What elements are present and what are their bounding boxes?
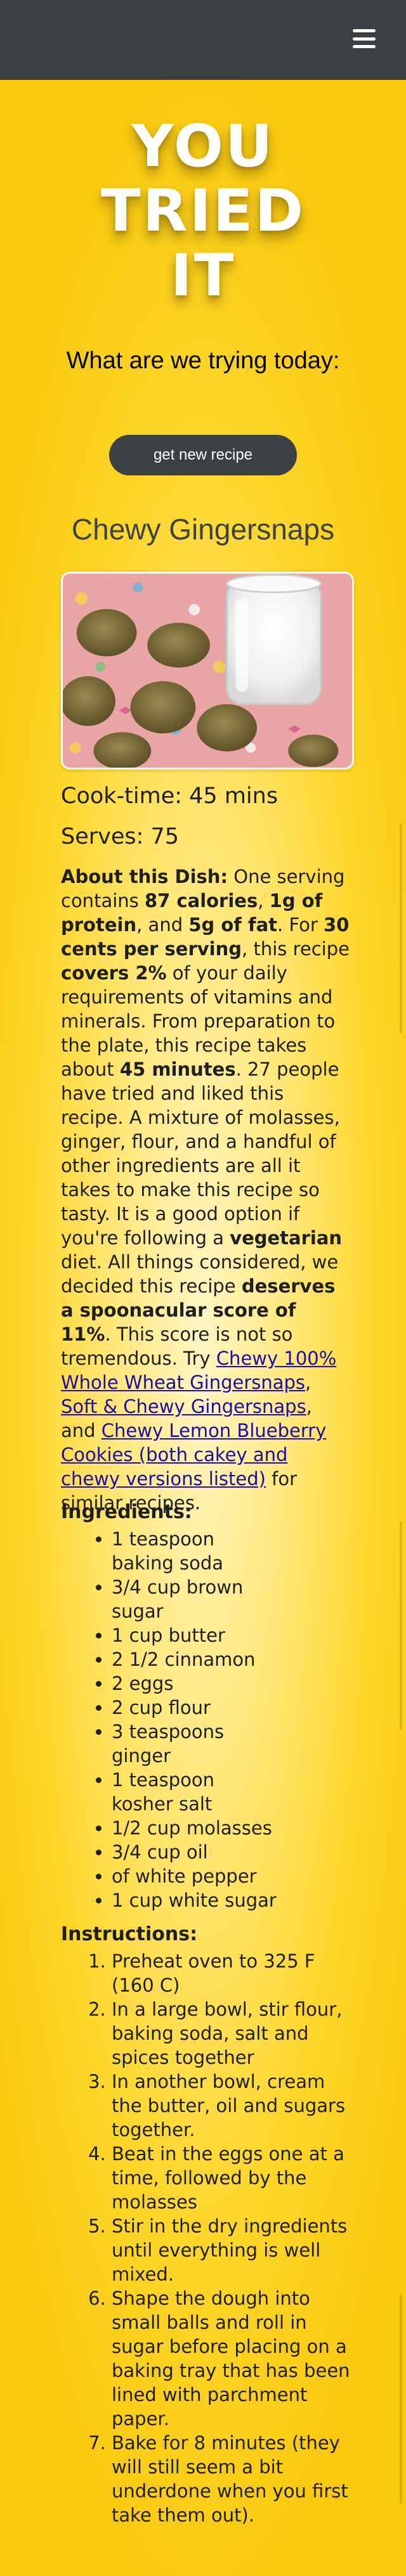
about-text: . For: [277, 914, 324, 936]
servings: Serves: 75: [61, 824, 180, 849]
about-highlight: covers 2%: [61, 962, 167, 984]
recipe-photo-image: [63, 574, 352, 768]
ingredient-item: 1 teaspoon baking soda: [112, 1527, 279, 1575]
instruction-step: Bake for 8 minutes (they will still seem…: [112, 2431, 353, 2527]
ingredient-item: of white pepper: [112, 1864, 279, 1888]
page-subtitle: What are we trying today:: [66, 347, 340, 374]
scrollbar-track[interactable]: [400, 1521, 402, 1730]
site-title-line: YOU: [131, 112, 275, 180]
about-text: . 27 people have tried and liked this re…: [61, 1059, 340, 1249]
ingredients-list: 1 teaspoon baking soda 3/4 cup brown sug…: [112, 1527, 279, 1912]
menu-bar-line: [353, 45, 376, 48]
about-text: ,: [258, 890, 270, 911]
ingredients-section: Ingredients: 1 teaspoon baking soda 3/4 …: [61, 1501, 350, 1912]
ingredient-item: 2 cup flour: [112, 1696, 279, 1720]
about-highlight: vegetarian: [230, 1227, 343, 1249]
instruction-step: Beat in the eggs one at a time, followed…: [112, 2142, 353, 2214]
about-text: , and: [136, 914, 189, 936]
instruction-step: Preheat oven to 325 F (160 C): [112, 1949, 353, 1997]
site-title-line: IT: [170, 242, 236, 309]
ingredients-heading: Ingredients:: [61, 1501, 192, 1523]
site-title: YOU TRIED IT: [0, 114, 406, 308]
cook-time: Cook-time: 45 mins: [61, 783, 278, 809]
about-text: , this recipe: [242, 938, 350, 960]
instructions-section: Instructions: Preheat oven to 325 F (160…: [61, 1923, 350, 2527]
ingredient-item: 2 1/2 cinnamon: [112, 1647, 279, 1671]
ingredient-item: 1 cup white sugar: [112, 1888, 279, 1912]
instructions-heading: Instructions:: [61, 1923, 198, 1945]
about-label: About this Dish:: [61, 866, 228, 887]
menu-bar-line: [353, 29, 376, 32]
about-text: ,: [305, 1372, 311, 1393]
top-navbar: [0, 0, 406, 80]
ingredient-item: 3 teaspoons ginger: [112, 1720, 279, 1768]
instruction-step: Stir in the dry ingredients until everyt…: [112, 2214, 353, 2286]
scrollbar-track[interactable]: [400, 824, 402, 1033]
about-highlight: 45 minutes: [119, 1059, 236, 1080]
hamburger-menu-icon[interactable]: [353, 29, 376, 48]
about-highlight: 5g of fat: [188, 914, 278, 936]
about-dish-paragraph: About this Dish: One serving contains 87…: [61, 865, 350, 1515]
menu-bar-line: [353, 37, 376, 41]
ingredient-item: 3/4 cup oil: [112, 1840, 279, 1864]
ingredient-item: 1 cup butter: [112, 1623, 279, 1647]
recipe-photo: [61, 572, 354, 770]
instruction-step: In another bowl, cream the butter, oil a…: [112, 2070, 353, 2142]
ingredient-item: 3/4 cup brown sugar: [112, 1575, 279, 1623]
instruction-step: Shape the dough into small balls and rol…: [112, 2286, 353, 2431]
similar-recipe-link[interactable]: Soft & Chewy Gingersnaps: [61, 1396, 306, 1417]
ingredient-item: 2 eggs: [112, 1671, 279, 1696]
site-title-line: TRIED: [100, 177, 306, 245]
get-new-recipe-button[interactable]: get new recipe: [109, 435, 297, 475]
scrollbar-track[interactable]: [400, 2295, 402, 2504]
recipe-title: Chewy Gingersnaps: [71, 513, 335, 546]
ingredient-item: 1 teaspoon kosher salt: [112, 1768, 279, 1816]
ingredient-item: 1/2 cup molasses: [112, 1816, 279, 1840]
instruction-step: In a large bowl, stir flour, baking soda…: [112, 1997, 353, 2070]
about-highlight: 87 calories: [144, 890, 258, 911]
instructions-list: Preheat oven to 325 F (160 C) In a large…: [112, 1949, 353, 2527]
